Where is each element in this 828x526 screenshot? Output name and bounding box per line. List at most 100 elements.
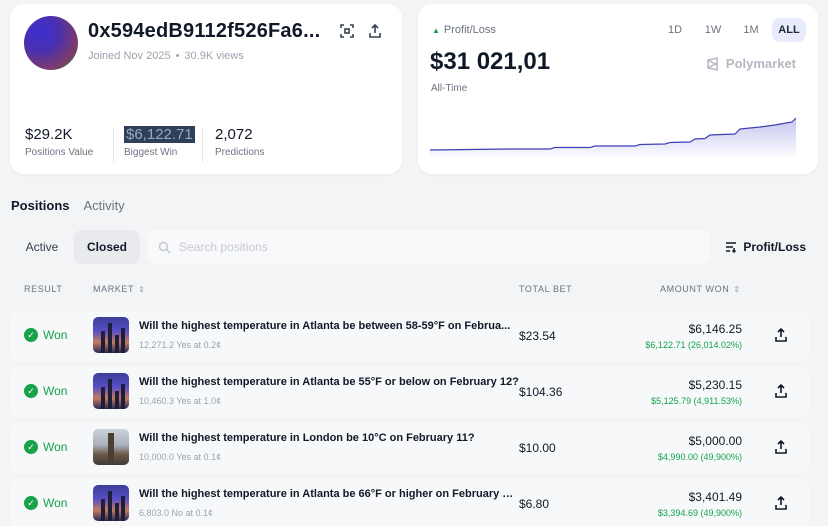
filter-closed-button[interactable]: Closed xyxy=(74,230,140,264)
result-label: Won xyxy=(43,384,68,398)
range-tab-1m[interactable]: 1M xyxy=(734,18,768,42)
sort-profit-loss-button[interactable]: Profit/Loss xyxy=(725,230,818,264)
stat-value-selected: $6,122.71 xyxy=(124,126,195,143)
market-question[interactable]: Will the highest temperature in London b… xyxy=(139,432,519,444)
qr-scan-icon[interactable] xyxy=(338,22,356,40)
stat-label: Biggest Win xyxy=(124,147,178,158)
profit-gain: $4,990.00 (49,900%) xyxy=(657,452,742,462)
search-input[interactable] xyxy=(179,240,679,254)
table-row[interactable]: ✓ Won Will the highest temperature in Atl… xyxy=(10,479,810,526)
result-label: Won xyxy=(43,496,68,510)
amount-won: $6,146.25 xyxy=(688,322,742,336)
market-thumbnail xyxy=(93,317,129,353)
result-won-badge: ✓ Won xyxy=(24,440,67,454)
sort-toggle-icon: ⇕ xyxy=(138,284,146,294)
table-row[interactable]: ✓ Won Will the highest temperature in Lon… xyxy=(10,423,810,473)
joined-date: Joined Nov 2025 xyxy=(88,50,171,62)
range-tab-1w[interactable]: 1W xyxy=(696,18,730,42)
profit-loss-card: ▲ Profit/Loss $31 021,01 All-Time 1D 1W … xyxy=(418,4,818,174)
market-question[interactable]: Will the highest temperature in Atlanta … xyxy=(139,488,519,500)
total-bet: $104.36 xyxy=(519,385,563,399)
view-count: 30.9K views xyxy=(184,50,244,62)
username: 0x594edB9112f526Fa6... xyxy=(88,20,321,42)
brand-name: Polymarket xyxy=(725,56,796,71)
check-circle-icon: ✓ xyxy=(24,440,38,454)
header-amount-won[interactable]: AMOUNT WON ⇕ xyxy=(660,284,741,294)
sort-icon xyxy=(726,242,737,253)
result-won-badge: ✓ Won xyxy=(24,384,67,398)
sort-toggle-icon: ⇕ xyxy=(733,284,741,294)
result-label: Won xyxy=(43,328,68,342)
market-thumbnail xyxy=(93,429,129,465)
amount-won: $5,230.15 xyxy=(688,378,742,392)
header-result-label: RESULT xyxy=(24,284,63,294)
result-won-badge: ✓ Won xyxy=(24,328,67,342)
tab-positions[interactable]: Positions xyxy=(11,198,70,213)
market-thumbnail xyxy=(93,373,129,409)
market-position-detail: 12,271.2 Yes at 0.2¢ xyxy=(139,340,222,350)
stat-label: Predictions xyxy=(215,147,265,158)
market-question[interactable]: Will the highest temperature in Atlanta … xyxy=(139,376,519,388)
amount-won: $5,000.00 xyxy=(688,434,742,448)
stat-label: Positions Value xyxy=(25,147,94,158)
check-circle-icon: ✓ xyxy=(24,384,38,398)
table-row[interactable]: ✓ Won Will the highest temperature in Atl… xyxy=(10,311,810,361)
result-label: Won xyxy=(43,440,68,454)
pnl-period: All-Time xyxy=(431,83,468,94)
share-icon[interactable] xyxy=(366,22,384,40)
pnl-value: $31 021,01 xyxy=(430,48,551,75)
amount-won: $3,401.49 xyxy=(688,490,742,504)
pnl-label-text: Profit/Loss xyxy=(443,24,496,36)
divider xyxy=(113,128,114,162)
market-position-detail: 10,460.3 Yes at 1.0¢ xyxy=(139,396,222,406)
market-question[interactable]: Will the highest temperature in Atlanta … xyxy=(139,320,519,332)
profile-meta: Joined Nov 2025 • 30.9K views xyxy=(88,50,244,62)
header-total-bet: TOTAL BET xyxy=(519,284,572,294)
filter-active-button[interactable]: Active xyxy=(12,230,72,264)
table-row[interactable]: ✓ Won Will the highest temperature in Atl… xyxy=(10,367,810,417)
header-result: RESULT xyxy=(24,284,62,294)
total-bet: $10.00 xyxy=(519,441,556,455)
header-total-bet-label: TOTAL BET xyxy=(519,284,573,294)
search-box xyxy=(148,230,710,264)
polymarket-brand: Polymarket xyxy=(706,56,796,71)
market-thumbnail xyxy=(93,485,129,521)
range-tab-all[interactable]: ALL xyxy=(772,18,806,42)
stat-positions-value: $29.2K Positions Value xyxy=(25,126,93,158)
market-position-detail: 10,000.0 Yes at 0.1¢ xyxy=(139,452,222,462)
profit-gain: $6,122.71 (26,014.02%) xyxy=(645,340,742,350)
search-icon xyxy=(158,241,171,254)
pnl-label: ▲ Profit/Loss xyxy=(432,24,496,36)
section-tabs: Positions Activity xyxy=(11,198,125,213)
profit-gain: $3,394.69 (49,900%) xyxy=(657,508,742,518)
result-won-badge: ✓ Won xyxy=(24,496,67,510)
polymarket-logo-icon xyxy=(707,56,718,71)
filter-bar: Active Closed Profit/Loss xyxy=(12,230,818,264)
total-bet: $6.80 xyxy=(519,497,550,511)
header-amount-won-label: AMOUNT WON xyxy=(660,284,730,294)
check-circle-icon: ✓ xyxy=(24,496,38,510)
stat-value: $29.2K xyxy=(25,126,73,143)
header-market-label: MARKET xyxy=(93,284,135,294)
sort-label: Profit/Loss xyxy=(743,240,806,254)
share-icon[interactable] xyxy=(774,440,788,454)
stat-predictions: 2,072 Predictions xyxy=(215,126,264,158)
range-tab-1d[interactable]: 1D xyxy=(658,18,692,42)
market-position-detail: 6,803.0 No at 0.1¢ xyxy=(139,508,214,518)
total-bet: $23.54 xyxy=(519,329,556,343)
trend-up-icon: ▲ xyxy=(432,25,440,35)
tab-activity[interactable]: Activity xyxy=(84,198,125,213)
profit-gain: $5,125.79 (4,911.53%) xyxy=(651,396,742,406)
stat-value: 2,072 xyxy=(215,126,253,143)
divider xyxy=(202,128,203,162)
stat-biggest-win: $6,122.71 Biggest Win xyxy=(124,126,195,158)
share-icon[interactable] xyxy=(774,496,788,510)
range-tabs: 1D 1W 1M ALL xyxy=(658,18,806,42)
avatar[interactable] xyxy=(24,16,78,70)
share-icon[interactable] xyxy=(774,328,788,342)
check-circle-icon: ✓ xyxy=(24,328,38,342)
profile-card: 0x594edB9112f526Fa6... Joined Nov 2025 • 3… xyxy=(10,4,402,174)
header-market[interactable]: MARKET ⇕ xyxy=(93,284,145,294)
pnl-sparkline xyxy=(430,117,796,156)
share-icon[interactable] xyxy=(774,384,788,398)
